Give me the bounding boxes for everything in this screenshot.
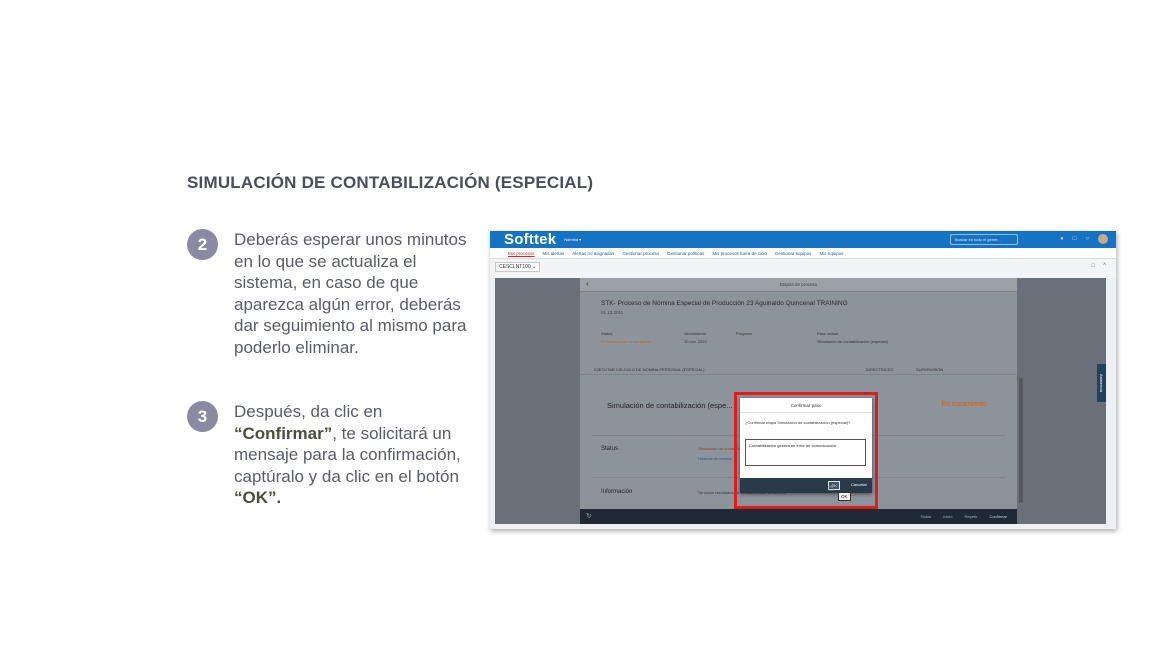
settings-icon[interactable]: ○	[1085, 236, 1089, 242]
toolbar-row: CESCLNT100 ⌄ □ ^	[490, 259, 1116, 278]
meta-paso-value: Simulación de contabilización (especial)	[817, 339, 888, 344]
footer-toolbar: ↻ Todos Inicio Repetir Confirmar	[580, 509, 1017, 524]
step-number-badge: 2	[187, 229, 218, 260]
scrollbar[interactable]	[1019, 378, 1023, 503]
step-text: Deberás esperar unos minutos en lo que s…	[234, 230, 467, 357]
meta-vencimiento-value: 30 nov. 2022	[684, 339, 707, 344]
tool-icons: □ ^	[1092, 263, 1106, 269]
footer-repetir-button[interactable]: Repetir	[965, 514, 978, 519]
meta-progreso-label: Progreso	[736, 331, 753, 336]
dialog-cancel-button[interactable]: Cancelar	[851, 482, 867, 487]
process-tabs: EJECUTAR CÁLCULO DE NÓMINA PERSONAL (ESP…	[580, 365, 1017, 375]
shell-search-input[interactable]: Buscar en todo el gener...	[950, 234, 1018, 245]
process-title: STK- Proceso de Nómina Especial de Produ…	[601, 300, 848, 307]
step-status-badge: En tratamiento	[941, 401, 987, 408]
footer-buttons: Todos Inicio Repetir Confirmar	[921, 514, 1008, 519]
panel-header: ‹ Etapas de proceso	[580, 278, 1017, 292]
dialog-question: ¿Confirmar etapa Simulación de contabili…	[745, 420, 851, 425]
slide-title: SIMULACIÓN DE CONTABILIZACIÓN (ESPECIAL)	[187, 173, 594, 192]
confirm-dialog: Confirmar paso ¿Confirmar etapa Simulaci…	[740, 398, 872, 493]
help-icon[interactable]: □	[1073, 236, 1077, 242]
meta-status-value: En tratamiento: en progreso	[601, 339, 651, 344]
step-text-pre: Después, da clic en	[234, 402, 383, 421]
meta-status-label: Status	[601, 331, 613, 336]
step-number-badge: 3	[187, 401, 218, 432]
notification-bell-icon[interactable]: ●	[1060, 236, 1064, 242]
step-simulacion-label[interactable]: Simulación de contabilización (espe...	[607, 401, 733, 410]
footer-inicio-button[interactable]: Inicio	[943, 514, 952, 519]
pointer-cursor-icon: ☝	[828, 483, 835, 494]
info-section-label: Información	[601, 489, 633, 495]
tab-supervision[interactable]: SUPERVISIÓN	[916, 367, 943, 372]
nav-mis-procesos[interactable]: Mis procesos	[508, 251, 535, 256]
nav-mis-alertas[interactable]: Mis alertas	[543, 251, 565, 256]
step-text: Después, da clic en “Confirmar”, te soli…	[234, 401, 470, 509]
status-history-link[interactable]: Historial de estatus	[698, 456, 732, 461]
step-text-bold-ok: “OK”.	[234, 488, 282, 507]
shell-bar: Softtek Nómina ▾ Buscar en todo el gener…	[490, 231, 1116, 248]
status-section-label: Status	[601, 446, 619, 452]
footer-todos-button[interactable]: Todos	[921, 514, 932, 519]
tab-ejecutar-calculo[interactable]: EJECUTAR CÁLCULO DE NÓMINA PERSONAL (ESP…	[594, 367, 704, 372]
top-nav: Mis procesos Mis alertas Alertas no asig…	[490, 248, 1116, 259]
footer-confirmar-button[interactable]: Confirmar	[989, 514, 1007, 519]
nav-procesos-fuera-ciclo[interactable]: Mis procesos fuera de ciclo	[712, 251, 767, 256]
avatar[interactable]	[1098, 234, 1108, 244]
step-3: 3 Después, da clic en “Confirmar”, te so…	[187, 401, 470, 509]
meta-paso-label: Paso actual	[817, 331, 838, 336]
work-area: ‹ Etapas de proceso STK- Proceso de Nómi…	[495, 278, 1106, 524]
step-text-bold-confirmar: “Confirmar”	[234, 423, 333, 443]
app-menu[interactable]: Nómina ▾	[564, 237, 581, 242]
dialog-title: Confirmar paso	[740, 398, 872, 413]
brand-logo[interactable]: Softtek	[504, 231, 556, 248]
nav-gestionar-equipos[interactable]: Gestionar equipos	[775, 251, 812, 256]
shell-icons: ● □ ○	[1060, 234, 1108, 244]
step-2: 2 Deberás esperar unos minutos en lo que…	[187, 229, 470, 358]
side-assistance-tab[interactable]: Asistencia	[1097, 364, 1106, 402]
nav-gestionar-proceso[interactable]: Gestionar proceso	[622, 251, 659, 256]
panel-title: Etapas de proceso	[779, 282, 818, 287]
embedded-screenshot: Softtek Nómina ▾ Buscar en todo el gener…	[490, 231, 1116, 529]
ok-tooltip: OK	[838, 492, 851, 501]
dialog-comment-input[interactable]: Contabilización genera un error de comun…	[745, 439, 866, 466]
nav-gestionar-politicas[interactable]: Gestionar políticas	[667, 251, 704, 256]
tab-directrices[interactable]: DIRECTRICES	[866, 367, 893, 372]
process-subtitle: 01.13.2011	[601, 310, 624, 315]
dialog-footer: OK Cancelar	[740, 478, 872, 493]
collapse-icon[interactable]: ^	[1103, 263, 1106, 269]
nav-mis-equipos[interactable]: Mis equipos	[819, 251, 843, 256]
export-icon[interactable]: □	[1092, 263, 1096, 269]
refresh-icon[interactable]: ↻	[586, 512, 592, 520]
meta-vencimiento-label: Vencimiento	[684, 331, 706, 336]
nav-alertas-no-asignadas[interactable]: Alertas no asignadas	[572, 251, 614, 256]
process-selector[interactable]: CESCLNT100 ⌄	[495, 262, 541, 272]
